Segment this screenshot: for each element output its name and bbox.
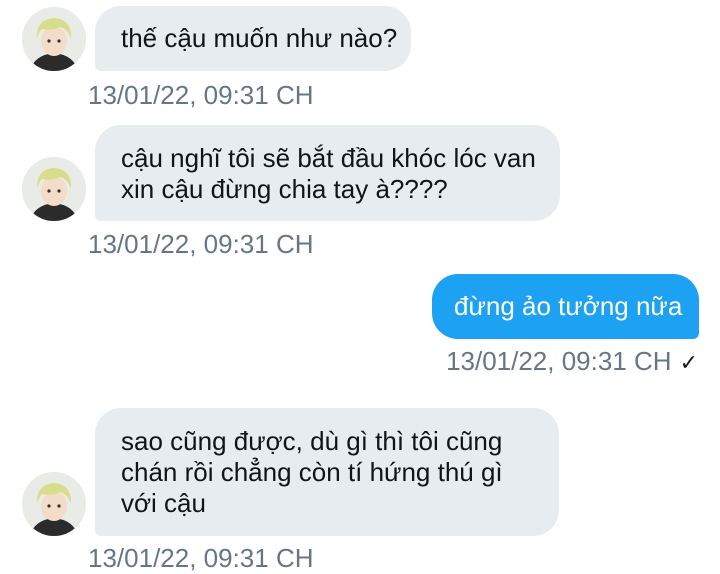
message-text-line: thế cậu muốn như nào? — [121, 23, 398, 53]
message-text-line: sao cũng được, dù gì thì tôi cũng — [121, 426, 503, 456]
avatar[interactable] — [22, 157, 86, 221]
message-text-line: đừng ảo tưởng nữa — [454, 291, 683, 321]
message-timestamp-row: 13/01/22, 09:31 CH ✓ — [446, 346, 698, 378]
message-timestamp: 13/01/22, 09:31 CH — [88, 229, 314, 259]
message-bubble[interactable]: sao cũng được, dù gì thì tôi cũng chán r… — [95, 408, 559, 536]
message-text-line: với cậu — [121, 488, 206, 518]
message-text-line: cậu nghĩ tôi sẽ bắt đầu khóc lóc van — [121, 143, 536, 173]
avatar[interactable] — [22, 472, 86, 536]
message-bubble[interactable]: thế cậu muốn như nào? — [95, 6, 411, 71]
message-timestamp: 13/01/22, 09:31 CH — [88, 543, 314, 573]
message-text-line: xin cậu đừng chia tay à???? — [121, 174, 448, 204]
message-timestamp: 13/01/22, 09:31 CH — [446, 346, 672, 376]
message-text-line: chán rồi chẳng còn tí hứng thú gì — [121, 457, 503, 487]
avatar[interactable] — [22, 7, 86, 71]
message-bubble[interactable]: cậu nghĩ tôi sẽ bắt đầu khóc lóc van xin… — [95, 125, 560, 221]
checkmark-icon: ✓ — [679, 350, 698, 375]
message-timestamp: 13/01/22, 09:31 CH — [88, 80, 314, 110]
message-bubble[interactable]: đừng ảo tưởng nữa — [432, 274, 699, 339]
